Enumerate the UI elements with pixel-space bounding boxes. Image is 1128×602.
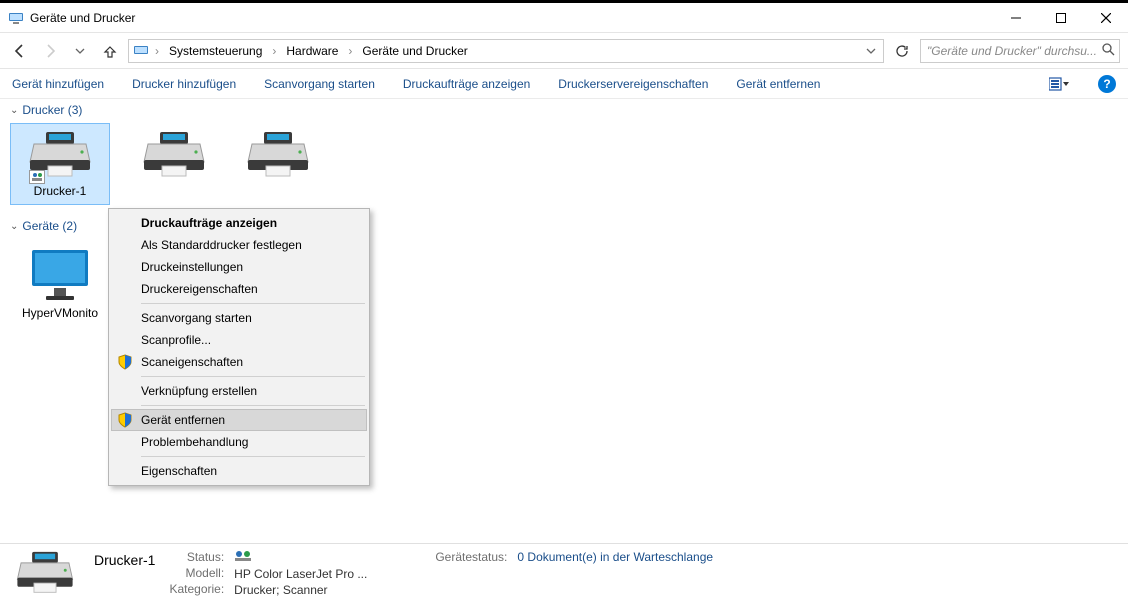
label-status: Status: [169, 550, 224, 564]
cm-label: Scaneigenschaften [141, 355, 243, 369]
address-dropdown-icon[interactable] [861, 46, 881, 56]
cm-troubleshoot[interactable]: Problembehandlung [111, 431, 367, 453]
cm-scan-props[interactable]: Scaneigenschaften [111, 351, 367, 373]
cm-set-default[interactable]: Als Standarddrucker festlegen [111, 234, 367, 256]
cm-label: Druckereigenschaften [141, 282, 258, 296]
details-device-icon [10, 550, 80, 595]
search-box[interactable] [920, 39, 1120, 63]
cm-label: Gerät entfernen [141, 413, 225, 427]
up-button[interactable] [98, 39, 122, 63]
cm-label: Scanprofile... [141, 333, 211, 347]
breadcrumb-seg-0[interactable]: Systemsteuerung [163, 42, 268, 60]
cm-printer-props[interactable]: Druckereigenschaften [111, 278, 367, 300]
shield-icon [117, 354, 133, 370]
label-category: Kategorie: [169, 582, 224, 596]
cm-create-shortcut[interactable]: Verknüpfung erstellen [111, 380, 367, 402]
cm-label: Druckaufträge anzeigen [141, 216, 277, 230]
recent-dropdown[interactable] [68, 39, 92, 63]
device-label: Drucker-1 [34, 184, 87, 198]
content-area: ⌄ Drucker (3) Drucker-1 [0, 99, 1128, 543]
cm-show-jobs[interactable]: Druckaufträge anzeigen [111, 212, 367, 234]
breadcrumb-sep[interactable]: › [346, 44, 354, 58]
view-options-button[interactable] [1048, 73, 1070, 95]
refresh-button[interactable] [890, 39, 914, 63]
breadcrumb-seg-2[interactable]: Geräte und Drucker [356, 42, 473, 60]
cm-separator [141, 376, 365, 377]
monitor-icon [28, 246, 92, 302]
value-model: HP Color LaserJet Pro ... [234, 567, 367, 581]
show-jobs-button[interactable]: Druckaufträge anzeigen [403, 77, 530, 91]
collapse-icon: ⌄ [10, 221, 18, 232]
address-row: › Systemsteuerung › Hardware › Geräte un… [0, 33, 1128, 69]
details-pane: Drucker-1 Status: Modell: Kategorie: HP … [0, 543, 1128, 601]
close-button[interactable] [1083, 3, 1128, 32]
cm-scan-profiles[interactable]: Scanprofile... [111, 329, 367, 351]
printer-icon [142, 130, 206, 180]
cm-remove-device[interactable]: Gerät entfernen [111, 409, 367, 431]
shared-status-icon [234, 550, 254, 562]
add-printer-button[interactable]: Drucker hinzufügen [132, 77, 236, 91]
remove-device-button[interactable]: Gerät entfernen [736, 77, 820, 91]
maximize-button[interactable] [1038, 3, 1083, 32]
shared-badge-icon [29, 170, 45, 184]
add-device-button[interactable]: Gerät hinzufügen [12, 77, 104, 91]
shield-icon [117, 412, 133, 428]
server-props-button[interactable]: Druckerservereigenschaften [558, 77, 708, 91]
printers-row: Drucker-1 [0, 119, 1128, 215]
cm-label: Eigenschaften [141, 464, 217, 478]
printer-item-2[interactable] [228, 123, 328, 205]
window-buttons [993, 3, 1128, 32]
printer-item-1[interactable] [124, 123, 224, 205]
cm-properties[interactable]: Eigenschaften [111, 460, 367, 482]
help-button[interactable]: ? [1098, 75, 1116, 93]
group-header-printers[interactable]: ⌄ Drucker (3) [0, 99, 1128, 119]
cm-label: Verknüpfung erstellen [141, 384, 257, 398]
window-title: Geräte und Drucker [30, 11, 993, 25]
cm-print-settings[interactable]: Druckeinstellungen [111, 256, 367, 278]
cm-separator [141, 405, 365, 406]
cm-start-scan[interactable]: Scanvorgang starten [111, 307, 367, 329]
address-bar[interactable]: › Systemsteuerung › Hardware › Geräte un… [128, 39, 884, 63]
cm-label: Scanvorgang starten [141, 311, 252, 325]
cm-separator [141, 456, 365, 457]
start-scan-button[interactable]: Scanvorgang starten [264, 77, 375, 91]
control-panel-icon [131, 43, 151, 59]
command-bar: Gerät hinzufügen Drucker hinzufügen Scan… [0, 69, 1128, 99]
breadcrumb-seg-1[interactable]: Hardware [280, 42, 344, 60]
value-category: Drucker; Scanner [234, 583, 367, 597]
label-device-status: Gerätestatus: [435, 550, 507, 564]
search-input[interactable] [925, 43, 1101, 59]
label-model: Modell: [169, 566, 224, 580]
collapse-icon: ⌄ [10, 105, 18, 116]
cm-label: Als Standarddrucker festlegen [141, 238, 302, 252]
cm-label: Druckeinstellungen [141, 260, 243, 274]
breadcrumb-sep[interactable]: › [270, 44, 278, 58]
titlebar: Geräte und Drucker [0, 3, 1128, 33]
value-status [234, 550, 367, 565]
details-name: Drucker-1 [94, 550, 155, 595]
device-item-0[interactable]: HyperVMonito [10, 239, 110, 327]
back-button[interactable] [8, 39, 32, 63]
context-menu: Druckaufträge anzeigen Als Standarddruck… [108, 208, 370, 486]
cm-label: Problembehandlung [141, 435, 248, 449]
group-title: Geräte (2) [22, 219, 77, 233]
breadcrumb-sep[interactable]: › [153, 44, 161, 58]
forward-button[interactable] [38, 39, 62, 63]
minimize-button[interactable] [993, 3, 1038, 32]
printer-item-0[interactable]: Drucker-1 [10, 123, 110, 205]
device-label: HyperVMonito [22, 306, 98, 320]
cm-separator [141, 303, 365, 304]
printer-icon [246, 130, 310, 180]
group-title: Drucker (3) [22, 103, 82, 117]
search-icon[interactable] [1101, 42, 1115, 59]
window-icon [8, 10, 24, 26]
value-device-status: 0 Dokument(e) in der Warteschlange [517, 550, 713, 564]
